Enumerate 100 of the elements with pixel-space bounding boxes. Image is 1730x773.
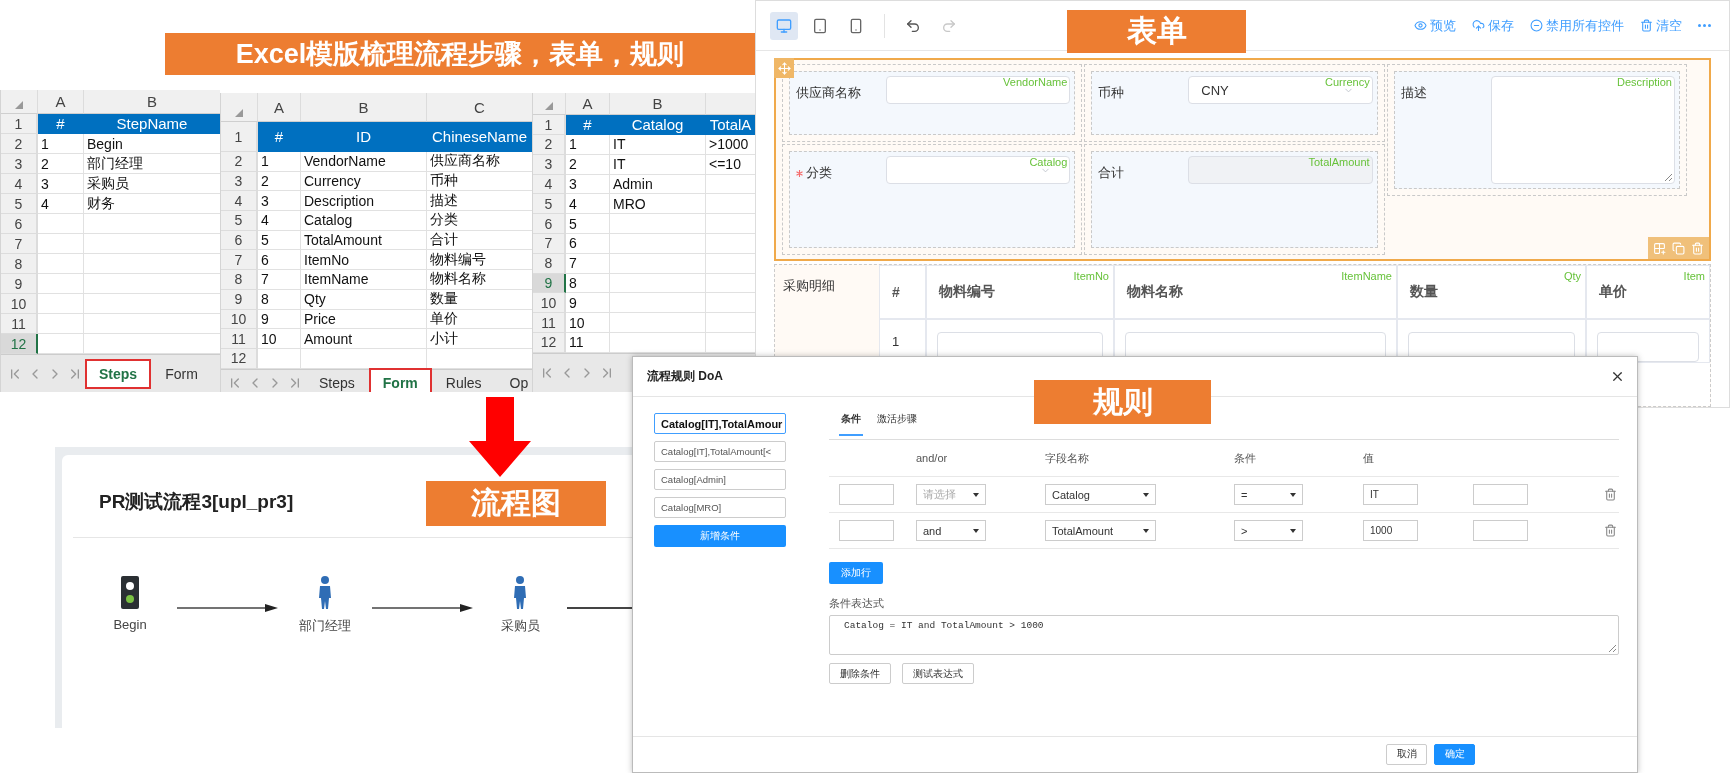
sheet-tab[interactable]: Steps: [307, 369, 367, 392]
row-number[interactable]: 12: [221, 348, 258, 369]
rules-banner: 规则: [1034, 380, 1211, 424]
row-number[interactable]: 3: [221, 171, 258, 192]
row-number[interactable]: 6: [1, 214, 38, 234]
row-number[interactable]: 7: [533, 234, 566, 254]
table-cell: Amount: [301, 329, 427, 349]
row-number[interactable]: 2: [221, 152, 258, 172]
table-cell: ItemName: [301, 270, 427, 290]
table-cell: ItemNo: [301, 250, 427, 271]
select-field[interactable]: Catalog: [1045, 484, 1156, 505]
row-number[interactable]: 9: [1, 274, 38, 294]
table-cell: 3: [38, 174, 84, 194]
form-field[interactable]: 描述 Description: [1393, 71, 1680, 189]
form-field[interactable]: 币种 CNY Currency: [1091, 71, 1378, 135]
action-button[interactable]: 删除条件: [829, 663, 891, 684]
table-cell: 4: [258, 211, 301, 231]
sheet-tab[interactable]: Rules: [433, 369, 494, 392]
row-number[interactable]: 11: [533, 313, 566, 333]
sheet-tab[interactable]: Steps: [87, 360, 150, 387]
row-number[interactable]: 10: [1, 294, 38, 314]
table-cell: 1: [258, 152, 301, 172]
condition-item[interactable]: Catalog[Admin]: [654, 469, 786, 490]
node-label: 部门经理: [299, 617, 351, 635]
tab[interactable]: 条件: [839, 413, 863, 436]
header-cell: TotalA: [706, 115, 755, 135]
select-field[interactable]: TotalAmount: [1045, 520, 1156, 541]
column-header[interactable]: A: [38, 90, 84, 114]
row-number[interactable]: 5: [1, 194, 38, 214]
table-cell: 2: [566, 154, 610, 175]
table-cell: 2: [258, 171, 301, 192]
row-number[interactable]: 9: [533, 273, 566, 294]
header-cell: Catalog: [610, 115, 706, 135]
condition-item[interactable]: Catalog[MRO]: [654, 497, 786, 518]
select-field[interactable]: >: [1234, 520, 1303, 541]
column-header[interactable]: B: [301, 93, 427, 122]
sheet-tab[interactable]: Form: [370, 369, 430, 392]
table-cell: 8: [566, 273, 610, 294]
table-cell: 1: [38, 134, 84, 154]
select-field[interactable]: and: [916, 520, 986, 541]
row-number[interactable]: 3: [533, 154, 566, 175]
sheet-tab[interactable]: Form: [153, 360, 210, 387]
row-number[interactable]: 3: [1, 154, 38, 174]
row-number[interactable]: 1: [221, 122, 258, 152]
tab[interactable]: 激活步骤: [875, 413, 919, 436]
table-cell: Qty: [301, 289, 427, 310]
text-area[interactable]: Catalog = IT and TotalAmount > 1000: [829, 615, 1619, 655]
column-header[interactable]: B: [610, 93, 706, 115]
row-number[interactable]: 1: [533, 115, 566, 135]
cancel-button[interactable]: 取消: [1386, 744, 1427, 765]
row-number[interactable]: 2: [1, 134, 38, 154]
column-header[interactable]: A: [566, 93, 610, 115]
row-number[interactable]: 10: [533, 293, 566, 314]
row-number[interactable]: 7: [1, 234, 38, 254]
column-header[interactable]: C: [427, 93, 532, 122]
table-cell: 3: [258, 191, 301, 212]
row-number[interactable]: 8: [221, 270, 258, 290]
input-field[interactable]: 1000: [1363, 520, 1418, 541]
condition-item[interactable]: Catalog[IT],TotalAmour: [654, 413, 786, 434]
subtable-label: 采购明细: [782, 277, 836, 295]
field-label: 币种: [1098, 84, 1126, 102]
row-number[interactable]: 2: [533, 135, 566, 155]
column-header[interactable]: B: [84, 90, 220, 114]
row-number[interactable]: 9: [221, 289, 258, 310]
row-number[interactable]: 1: [1, 114, 38, 134]
table-cell: 7: [566, 253, 610, 274]
select-field[interactable]: =: [1234, 484, 1303, 505]
form-field[interactable]: 分类 Catalog: [789, 151, 1076, 248]
row-number[interactable]: 8: [533, 253, 566, 274]
table-cell: 9: [566, 293, 610, 314]
row-number[interactable]: 6: [533, 214, 566, 234]
form-field[interactable]: 供应商名称 VendorName: [789, 71, 1076, 135]
row-number[interactable]: 4: [533, 174, 566, 195]
table-cell: 7: [258, 270, 301, 290]
table-cell: 4: [38, 194, 84, 214]
row-number[interactable]: 4: [1, 174, 38, 194]
row-number[interactable]: 12: [1, 334, 38, 354]
row-number[interactable]: 6: [221, 230, 258, 251]
column-header: 单价 Item: [1586, 265, 1710, 319]
row-number[interactable]: 7: [221, 250, 258, 271]
table-cell: 6: [566, 234, 610, 254]
row-number[interactable]: 12: [533, 332, 566, 353]
condition-item[interactable]: Catalog[IT],TotalAmount[<: [654, 441, 786, 462]
column-header: #: [879, 265, 926, 319]
input-field[interactable]: IT: [1363, 484, 1418, 505]
table-cell: 3: [566, 174, 610, 195]
row-number[interactable]: 4: [221, 191, 258, 212]
row-number[interactable]: 10: [221, 309, 258, 330]
table-cell: Admin: [610, 174, 706, 195]
header-cell: #: [258, 122, 301, 152]
row-number[interactable]: 11: [221, 329, 258, 349]
action-button[interactable]: 测试表达式: [902, 663, 974, 684]
row-number[interactable]: 11: [1, 314, 38, 334]
row-number[interactable]: 8: [1, 254, 38, 274]
row-number[interactable]: 5: [533, 194, 566, 215]
column-header: 数量 Qty: [1397, 265, 1586, 319]
sheet-tab[interactable]: Op: [497, 369, 532, 392]
row-number[interactable]: 5: [221, 211, 258, 231]
select-field[interactable]: CNY Currency: [1188, 76, 1373, 104]
column-header[interactable]: A: [258, 93, 301, 122]
